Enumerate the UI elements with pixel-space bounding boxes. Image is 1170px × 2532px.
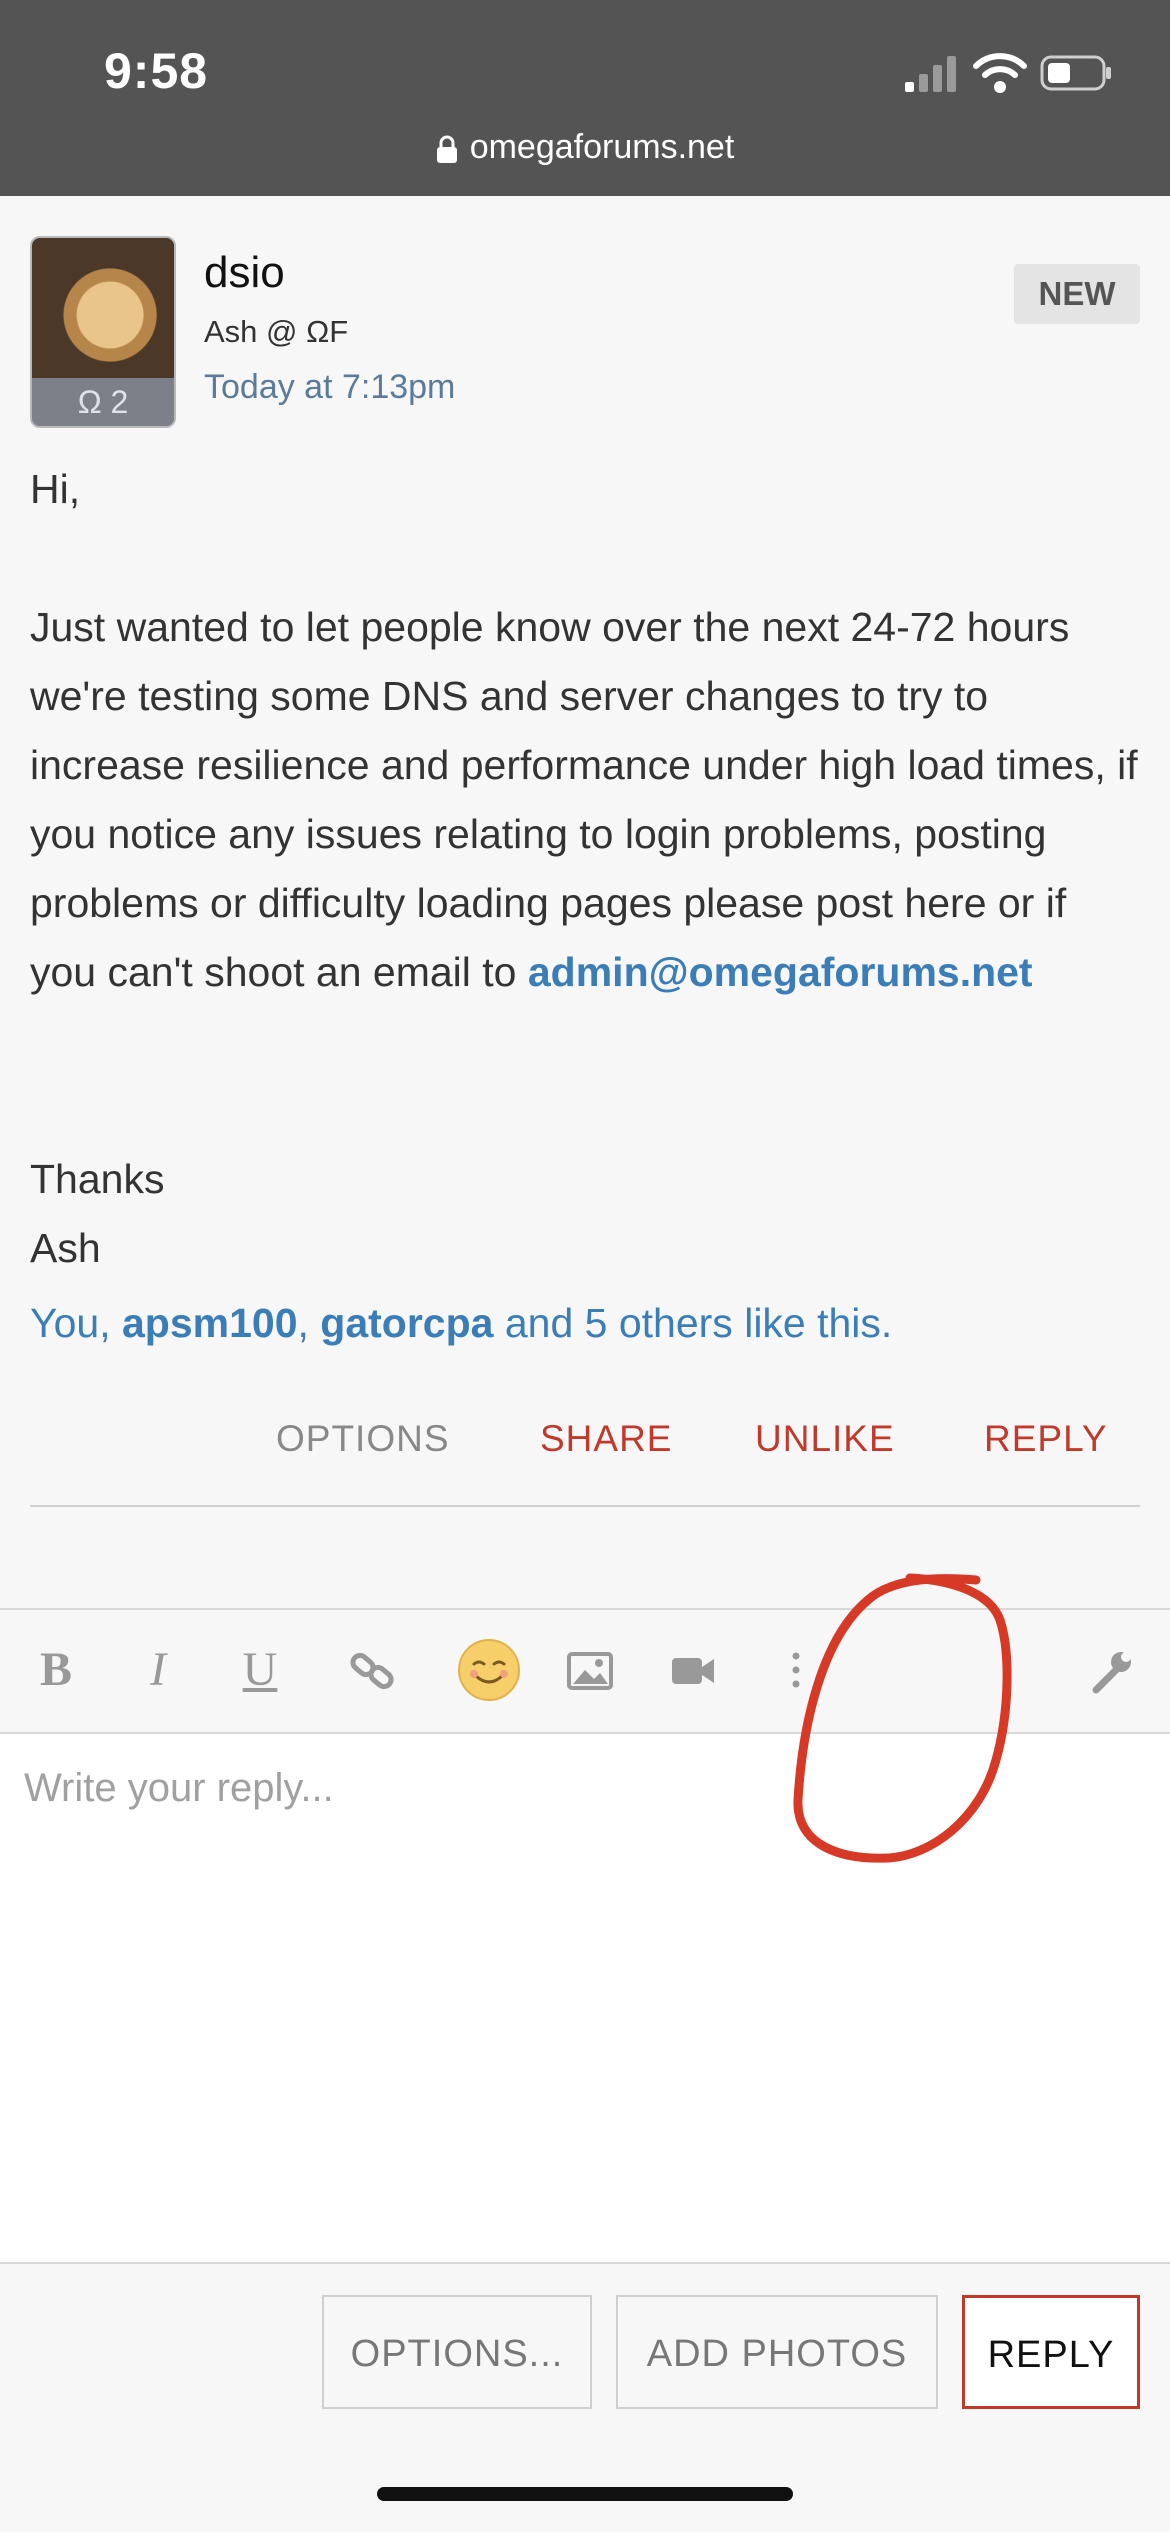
likes-comma: ,	[297, 1300, 321, 1346]
avatar-watch-image	[32, 238, 174, 378]
post-greeting: Hi,	[30, 466, 81, 512]
likes-others-link[interactable]: 5 others	[585, 1300, 733, 1346]
add-photos-button[interactable]: ADD PHOTOS	[616, 2295, 938, 2409]
wifi-icon	[973, 53, 1027, 93]
post-timestamp[interactable]: Today at 7:13pm	[204, 368, 455, 407]
post-divider	[30, 1505, 1140, 1507]
post-body: Just wanted to let people know over the …	[30, 593, 1140, 1007]
liker-gatorcpa[interactable]: gatorcpa	[320, 1300, 493, 1346]
submit-reply-button[interactable]: REPLY	[962, 2295, 1140, 2409]
battery-icon	[1040, 55, 1111, 91]
unlike-link[interactable]: UNLIKE	[755, 1418, 895, 1460]
reply-link[interactable]: REPLY	[984, 1418, 1108, 1460]
email-link[interactable]: admin@omegaforums.net	[528, 949, 1033, 995]
status-bar: 9:58 omegaforums.net	[0, 0, 1170, 196]
editor-options-button[interactable]: OPTIONS...	[322, 2295, 592, 2409]
likes-suffix: like this.	[732, 1300, 893, 1346]
image-icon[interactable]	[566, 1638, 614, 1702]
user-title: Ash @ ΩF	[204, 314, 349, 349]
likes-and: and	[493, 1300, 585, 1346]
post-paragraph: Just wanted to let people know over the …	[30, 604, 1138, 995]
annotation-circle	[793, 1573, 1012, 1863]
url-text: omegaforums.net	[469, 128, 735, 166]
link-icon[interactable]	[348, 1638, 398, 1702]
avatar-rank: Ω 2	[32, 378, 174, 426]
bold-button[interactable]: B	[30, 1638, 82, 1702]
post-options-link[interactable]: OPTIONS	[276, 1418, 450, 1460]
emoji-icon[interactable]	[456, 1638, 522, 1702]
underline-button[interactable]: U	[234, 1638, 286, 1702]
reply-input-placeholder[interactable]: Write your reply...	[24, 1766, 334, 1811]
avatar[interactable]: Ω 2	[30, 236, 176, 428]
lock-icon	[436, 135, 457, 164]
post-sign-off-name: Ash	[30, 1225, 101, 1271]
share-link[interactable]: SHARE	[540, 1418, 672, 1460]
cellular-signal-icon	[905, 56, 956, 92]
home-indicator[interactable]	[377, 2487, 793, 2501]
username[interactable]: dsio	[204, 248, 285, 298]
new-badge: NEW	[1014, 264, 1140, 324]
italic-button[interactable]: I	[132, 1638, 184, 1702]
video-icon[interactable]	[670, 1638, 716, 1702]
likes-you: You,	[30, 1300, 122, 1346]
liker-apsm100[interactable]: apsm100	[122, 1300, 298, 1346]
clock: 9:58	[104, 43, 209, 99]
address-bar[interactable]: omegaforums.net	[0, 128, 1170, 167]
likes-summary: You, apsm100, gatorcpa and 5 others like…	[30, 1300, 892, 1347]
wrench-icon[interactable]	[1090, 1638, 1134, 1702]
post-sign-off-thanks: Thanks	[30, 1156, 165, 1202]
